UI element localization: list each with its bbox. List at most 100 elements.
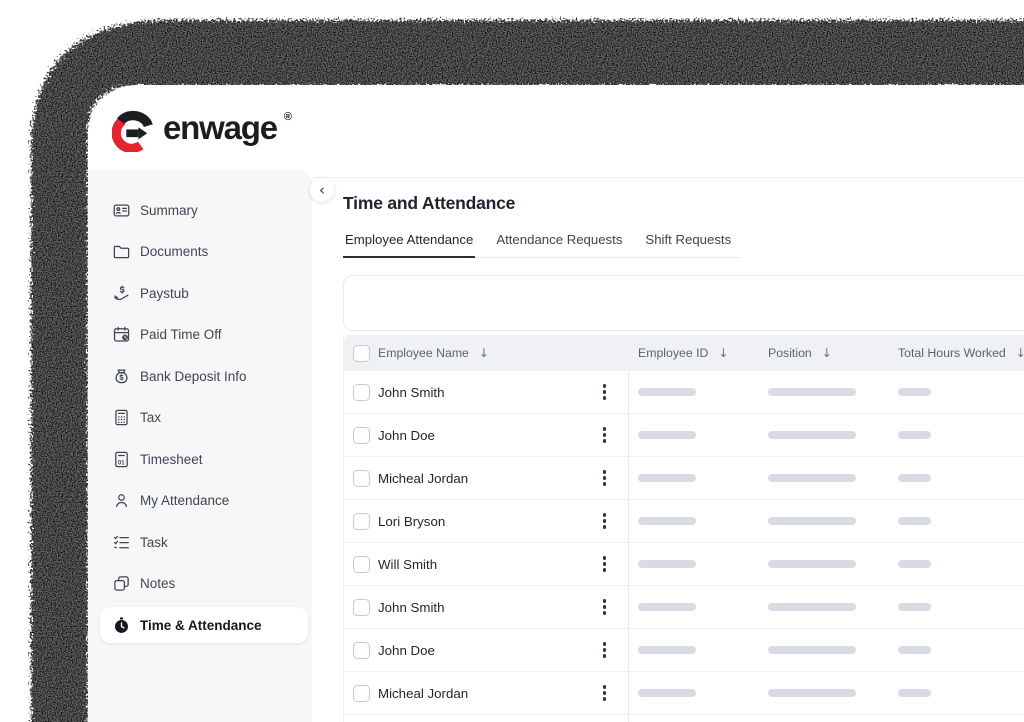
filter-panel-skeleton xyxy=(343,275,1024,331)
sidebar-item-task[interactable]: Task xyxy=(100,524,308,560)
registered-mark: ® xyxy=(283,111,292,123)
person-icon xyxy=(112,491,131,510)
sidebar-item-label: Timesheet xyxy=(140,451,203,467)
column-header-total-hours[interactable]: Total Hours Worked xyxy=(898,346,1006,360)
sidebar-item-label: Task xyxy=(140,534,168,550)
sidebar-item-bank-deposit-info[interactable]: Bank Deposit Info xyxy=(100,358,308,394)
kebab-menu-icon[interactable] xyxy=(600,424,610,446)
tab-employee-attendance[interactable]: Employee Attendance xyxy=(343,232,476,258)
folder-icon xyxy=(112,242,131,261)
skeleton-employee-id xyxy=(638,689,696,697)
kebab-menu-icon[interactable] xyxy=(600,381,610,403)
money-bag-icon xyxy=(112,367,131,386)
sidebar-item-label: Paid Time Off xyxy=(140,327,222,342)
employee-name: John Smith xyxy=(378,599,445,615)
table-row: Micheal Jordan xyxy=(344,457,1024,500)
table-row: John Doe xyxy=(344,629,1024,672)
row-checkbox[interactable] xyxy=(353,598,370,616)
skeleton-position xyxy=(768,646,856,654)
skeleton-hours xyxy=(898,603,931,611)
chevron-left-icon: ‹ xyxy=(319,180,325,199)
skeleton-hours xyxy=(898,431,931,439)
sort-down-icon[interactable]: ↓ xyxy=(479,346,489,360)
table-row-partial xyxy=(344,715,1024,722)
sidebar-item-my-attendance[interactable]: My Attendance xyxy=(100,483,308,519)
sort-down-icon[interactable]: ↓ xyxy=(822,346,832,360)
table-header: Employee Name ↓ Employee ID ↓ Position ↓… xyxy=(344,335,1024,371)
sidebar-item-tax[interactable]: Tax xyxy=(100,400,308,436)
sidebar-item-label: My Attendance xyxy=(140,493,230,508)
table-row: John Smith xyxy=(344,586,1024,629)
select-all-checkbox[interactable] xyxy=(353,344,370,362)
brand-logo: enwage ® xyxy=(112,106,292,152)
skeleton-employee-id xyxy=(638,474,696,482)
brand-name: enwage xyxy=(163,109,278,146)
sidebar-item-time-attendance[interactable]: Time & Attendance xyxy=(100,607,308,643)
skeleton-position xyxy=(768,560,856,568)
sidebar-item-notes[interactable]: Notes xyxy=(100,566,308,602)
employee-attendance-table: Employee Name ↓ Employee ID ↓ Position ↓… xyxy=(343,335,1024,722)
row-checkbox[interactable] xyxy=(353,383,370,401)
row-checkbox[interactable] xyxy=(353,684,370,702)
sidebar-item-documents[interactable]: Documents xyxy=(100,234,308,270)
employee-name: Will Smith xyxy=(378,556,438,572)
tab-attendance-requests[interactable]: Attendance Requests xyxy=(494,232,624,258)
checklist-icon xyxy=(112,533,131,552)
tab-shift-requests[interactable]: Shift Requests xyxy=(643,232,733,258)
table-row: John Smith xyxy=(344,371,1024,414)
skeleton-hours xyxy=(898,689,931,697)
skeleton-employee-id xyxy=(638,517,696,525)
row-checkbox[interactable] xyxy=(353,555,370,573)
skeleton-position xyxy=(768,388,856,396)
kebab-menu-icon[interactable] xyxy=(600,596,610,618)
skeleton-position xyxy=(768,474,856,482)
sort-down-icon[interactable]: ↓ xyxy=(718,346,728,360)
kebab-menu-icon[interactable] xyxy=(600,639,610,661)
skeleton-hours xyxy=(898,646,931,654)
tab-bar: Employee Attendance Attendance Requests … xyxy=(343,232,742,258)
sidebar-item-summary[interactable]: Summary xyxy=(100,192,308,228)
sidebar-item-label: Bank Deposit Info xyxy=(140,368,247,384)
skeleton-employee-id xyxy=(638,388,696,396)
sort-down-icon[interactable]: ↓ xyxy=(1016,346,1024,360)
enwage-logo-icon xyxy=(112,110,153,152)
column-header-position[interactable]: Position xyxy=(768,346,812,360)
sidebar-item-label: Tax xyxy=(140,410,162,425)
row-checkbox[interactable] xyxy=(353,512,370,530)
row-checkbox[interactable] xyxy=(353,426,370,444)
employee-name: John Smith xyxy=(378,384,445,400)
sidebar-item-label: Notes xyxy=(140,576,176,591)
kebab-menu-icon[interactable] xyxy=(600,682,610,704)
skeleton-position xyxy=(768,603,856,611)
app-card: enwage ® Summary Documents Paystub Paid … xyxy=(88,85,1024,722)
row-checkbox[interactable] xyxy=(353,469,370,487)
column-header-employee-id[interactable]: Employee ID xyxy=(638,346,708,360)
table-row: Micheal Jordan xyxy=(344,672,1024,715)
calendar-clock-icon xyxy=(112,325,131,344)
sidebar-item-paystub[interactable]: Paystub xyxy=(100,275,308,311)
kebab-menu-icon[interactable] xyxy=(600,510,610,532)
column-header-employee-name[interactable]: Employee Name xyxy=(378,346,469,360)
kebab-menu-icon[interactable] xyxy=(600,467,610,489)
kebab-menu-icon[interactable] xyxy=(600,553,610,575)
table-row: John Doe xyxy=(344,414,1024,457)
sidebar-collapse-button[interactable]: ‹ xyxy=(310,178,334,202)
row-checkbox[interactable] xyxy=(353,641,370,659)
skeleton-employee-id xyxy=(638,603,696,611)
sidebar-item-label: Documents xyxy=(140,244,209,259)
employee-name: Lori Bryson xyxy=(378,513,446,529)
skeleton-hours xyxy=(898,474,931,482)
sidebar-item-timesheet[interactable]: 01 Timesheet xyxy=(100,441,308,477)
employee-name: Micheal Jordan xyxy=(378,685,469,701)
skeleton-employee-id xyxy=(638,560,696,568)
sidebar-item-paid-time-off[interactable]: Paid Time Off xyxy=(100,317,308,353)
timesheet-icon: 01 xyxy=(112,450,131,469)
page-title: Time and Attendance xyxy=(343,193,516,213)
sidebar-item-label: Time & Attendance xyxy=(140,617,262,633)
clock-icon xyxy=(112,616,131,635)
id-card-icon xyxy=(112,201,131,220)
skeleton-position xyxy=(768,517,856,525)
skeleton-employee-id xyxy=(638,431,696,439)
hand-dollar-icon xyxy=(112,284,131,303)
header-divider xyxy=(312,177,1024,178)
